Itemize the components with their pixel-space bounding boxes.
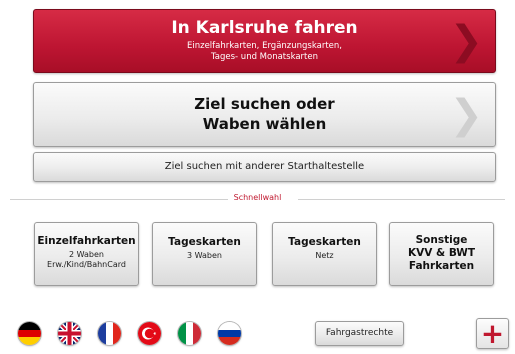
primary-subtitle-line1: Einzelfahrkarten, Ergänzungskarten, (187, 41, 342, 51)
quick-day-ticket-3-zones-button[interactable]: Tageskarten 3 Waben (152, 222, 257, 286)
quick-day-ticket-network-button[interactable]: Tageskarten Netz (272, 222, 377, 286)
quick-single-ticket-button[interactable]: Einzelfahrkarten 2 Waben Erw./Kind/BahnC… (34, 222, 139, 286)
quick-item-title-line3: Fahrkarten (408, 260, 475, 272)
passenger-rights-button[interactable]: Fahrgastrechte (315, 321, 404, 346)
destination-line1: Ziel suchen oder (194, 95, 335, 113)
primary-subtitle: Einzelfahrkarten, Ergänzungskarten, Tage… (34, 41, 495, 63)
quick-item-sub1: 3 Waben (186, 251, 222, 260)
quick-item-sub1: Netz (315, 251, 334, 260)
other-start-label: Ziel suchen mit anderer Starthaltestelle (164, 161, 365, 172)
destination-title: Ziel suchen oder Waben wählen (34, 94, 495, 134)
plus-icon: + (480, 317, 505, 350)
quick-select-heading: Schnellwahl (233, 193, 282, 202)
plus-button[interactable]: + (476, 318, 509, 349)
quick-item-title: Tageskarten (288, 236, 361, 248)
other-start-stop-button[interactable]: Ziel suchen mit anderer Starthaltestelle (33, 152, 496, 182)
quick-item-title: Einzelfahrkarten (37, 235, 136, 247)
quick-item-title-line1: Sonstige (415, 234, 468, 246)
chevron-right-icon: ❯ (449, 18, 483, 64)
in-karlsruhe-fahren-button[interactable]: In Karlsruhe fahren Einzelfahrkarten, Er… (33, 9, 496, 73)
quick-item-title-line2: KVV & BWT (407, 247, 476, 259)
chevron-right-icon: ❯ (449, 91, 483, 138)
russian-flag-icon[interactable] (218, 322, 241, 345)
destination-line2: Waben wählen (202, 115, 327, 133)
turkish-flag-icon[interactable] (138, 322, 161, 345)
german-flag-icon[interactable] (18, 322, 41, 345)
french-flag-icon[interactable] (98, 322, 121, 345)
primary-title: In Karlsruhe fahren (171, 18, 358, 38)
primary-subtitle-line2: Tages- und Monatskarten (210, 52, 318, 62)
italian-flag-icon[interactable] (178, 322, 201, 345)
quick-item-sub1: 2 Waben (68, 250, 104, 259)
passenger-rights-label: Fahrgastrechte (325, 328, 394, 338)
uk-flag-icon[interactable] (58, 322, 81, 345)
ziel-suchen-button[interactable]: Ziel suchen oder Waben wählen ❯ (33, 82, 496, 147)
quick-item-sub2: Erw./Kind/BahnCard (47, 260, 126, 269)
quick-item-title: Tageskarten (168, 236, 241, 248)
quick-other-tickets-button[interactable]: Sonstige KVV & BWT Fahrkarten (389, 222, 494, 286)
